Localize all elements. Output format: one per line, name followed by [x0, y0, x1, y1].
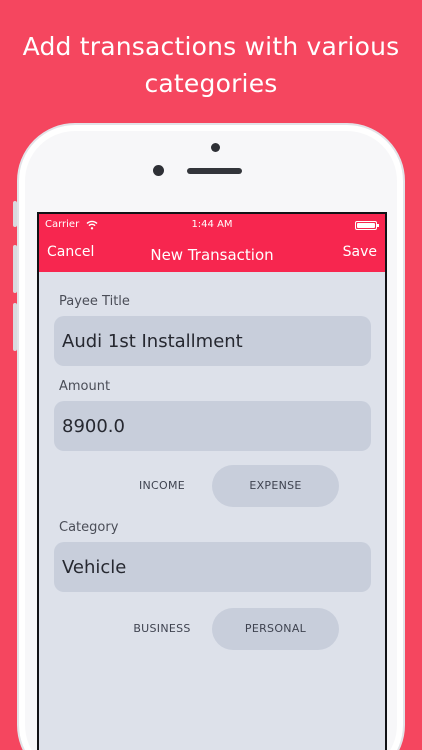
payee-input[interactable]: Audi 1st Installment — [54, 316, 371, 366]
battery-icon — [355, 221, 379, 230]
navigation-bar: Carrier 1:44 AM Cancel New Transaction S… — [39, 214, 385, 272]
expense-option[interactable]: EXPENSE — [212, 465, 339, 507]
business-option[interactable]: BUSINESS — [102, 608, 222, 650]
income-option[interactable]: INCOME — [102, 465, 222, 507]
payee-label: Payee Title — [59, 294, 130, 309]
front-camera — [153, 165, 164, 176]
screen-title: New Transaction — [150, 246, 274, 264]
category-label: Category — [59, 520, 119, 535]
volume-down-button — [13, 303, 17, 351]
proximity-sensor — [211, 143, 220, 152]
amount-input[interactable]: 8900.0 — [54, 401, 371, 451]
earpiece-speaker — [187, 168, 242, 174]
save-button[interactable]: Save — [343, 244, 377, 260]
volume-up-button — [13, 245, 17, 293]
personal-option[interactable]: PERSONAL — [212, 608, 339, 650]
phone-screen: Carrier 1:44 AM Cancel New Transaction S… — [37, 212, 387, 750]
mute-switch — [13, 201, 17, 227]
marketing-headline: Add transactions with various categories — [22, 32, 400, 98]
status-bar: Carrier 1:44 AM — [39, 218, 385, 234]
category-picker[interactable]: Vehicle — [54, 542, 371, 592]
phone-frame: Carrier 1:44 AM Cancel New Transaction S… — [13, 123, 405, 750]
status-time: 1:44 AM — [191, 219, 233, 230]
amount-label: Amount — [59, 379, 111, 394]
